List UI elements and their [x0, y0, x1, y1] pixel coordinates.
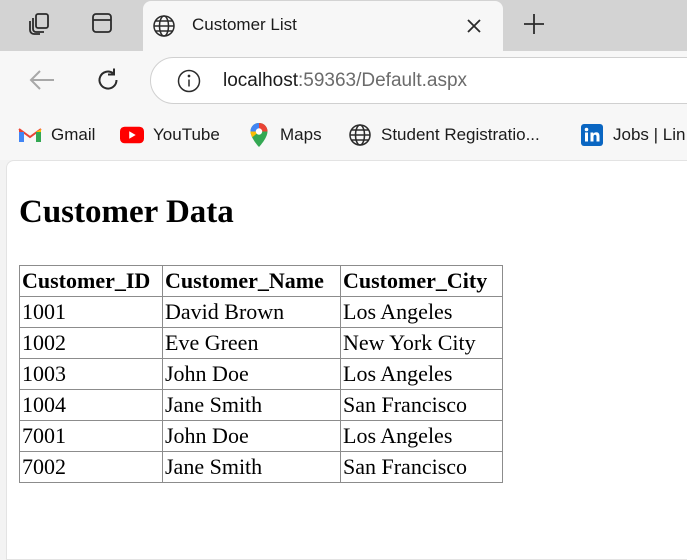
customer-table: Customer_ID Customer_Name Customer_City … [19, 265, 503, 483]
info-icon[interactable] [177, 69, 201, 98]
toolbar: localhost:59363/Default.aspx [0, 51, 687, 112]
cell-customer-city: San Francisco [340, 389, 503, 421]
cell-customer-name: Jane Smith [162, 451, 341, 483]
table-row: 1002 Eve Green New York City [19, 327, 503, 359]
maps-icon [247, 123, 271, 147]
plus-icon [523, 13, 545, 40]
workspaces-icon [27, 10, 53, 41]
bookmark-label: Gmail [51, 125, 96, 144]
table-row: 7001 John Doe Los Angeles [19, 420, 503, 452]
bookmark-label: YouTube [153, 125, 220, 144]
url-text[interactable]: localhost:59363/Default.aspx [223, 70, 467, 92]
cell-customer-id: 1002 [19, 327, 163, 359]
cell-customer-city: Los Angeles [340, 358, 503, 390]
cell-customer-city: Los Angeles [340, 296, 503, 328]
cell-customer-name: David Brown [162, 296, 341, 328]
cell-customer-city: Los Angeles [340, 420, 503, 452]
globe-icon [348, 123, 372, 147]
bookmark-gmail[interactable]: Gmail [18, 122, 95, 148]
table-row: 1003 John Doe Los Angeles [19, 358, 503, 390]
arrow-left-icon [29, 69, 55, 96]
tab-actions-button[interactable] [76, 0, 127, 51]
cell-customer-city: San Francisco [340, 451, 503, 483]
tab-strip: Customer List [0, 0, 687, 51]
linkedin-icon [580, 123, 604, 147]
column-header-customer-id: Customer_ID [19, 265, 163, 297]
column-header-customer-city: Customer_City [340, 265, 503, 297]
bookmark-youtube[interactable]: YouTube [120, 122, 220, 148]
bookmarks-bar: Gmail YouTube Maps Student Registratio..… [0, 112, 687, 160]
table-row: 1004 Jane Smith San Francisco [19, 389, 503, 421]
cell-customer-id: 7002 [19, 451, 163, 483]
column-header-customer-name: Customer_Name [162, 265, 341, 297]
close-tab-icon[interactable] [464, 16, 484, 41]
page-title: Customer Data [19, 194, 234, 230]
workspaces-button[interactable] [14, 0, 65, 51]
bookmark-label: Jobs | Lin [613, 125, 686, 144]
bookmark-label: Maps [280, 125, 322, 144]
cell-customer-name: Jane Smith [162, 389, 341, 421]
globe-icon [152, 14, 176, 43]
table-row: 1001 David Brown Los Angeles [19, 296, 503, 328]
cell-customer-city: New York City [340, 327, 503, 359]
cell-customer-id: 1004 [19, 389, 163, 421]
address-bar[interactable]: localhost:59363/Default.aspx [150, 57, 687, 104]
cell-customer-id: 1001 [19, 296, 163, 328]
page-content: Customer Data Customer_ID Customer_Name … [6, 160, 687, 560]
cell-customer-name: Eve Green [162, 327, 341, 359]
bookmark-student-registration[interactable]: Student Registratio... [348, 122, 540, 148]
cell-customer-id: 7001 [19, 420, 163, 452]
gmail-icon [18, 123, 42, 147]
refresh-icon [95, 67, 121, 98]
bookmark-maps[interactable]: Maps [247, 122, 322, 148]
cell-customer-name: John Doe [162, 420, 341, 452]
url-path: :59363/Default.aspx [298, 70, 468, 91]
tab-title: Customer List [192, 15, 297, 34]
cell-customer-id: 1003 [19, 358, 163, 390]
url-host: localhost [223, 70, 298, 91]
cell-customer-name: John Doe [162, 358, 341, 390]
table-row: 7002 Jane Smith San Francisco [19, 451, 503, 483]
youtube-icon [120, 123, 144, 147]
tab-customer-list[interactable]: Customer List [143, 1, 503, 51]
refresh-button[interactable] [90, 64, 126, 100]
back-button[interactable] [24, 64, 60, 100]
tab-actions-icon [90, 11, 114, 40]
new-tab-button[interactable] [519, 11, 549, 41]
table-header-row: Customer_ID Customer_Name Customer_City [19, 265, 503, 297]
bookmark-jobs-linkedin[interactable]: Jobs | Lin [580, 122, 685, 148]
bookmark-label: Student Registratio... [381, 125, 540, 144]
